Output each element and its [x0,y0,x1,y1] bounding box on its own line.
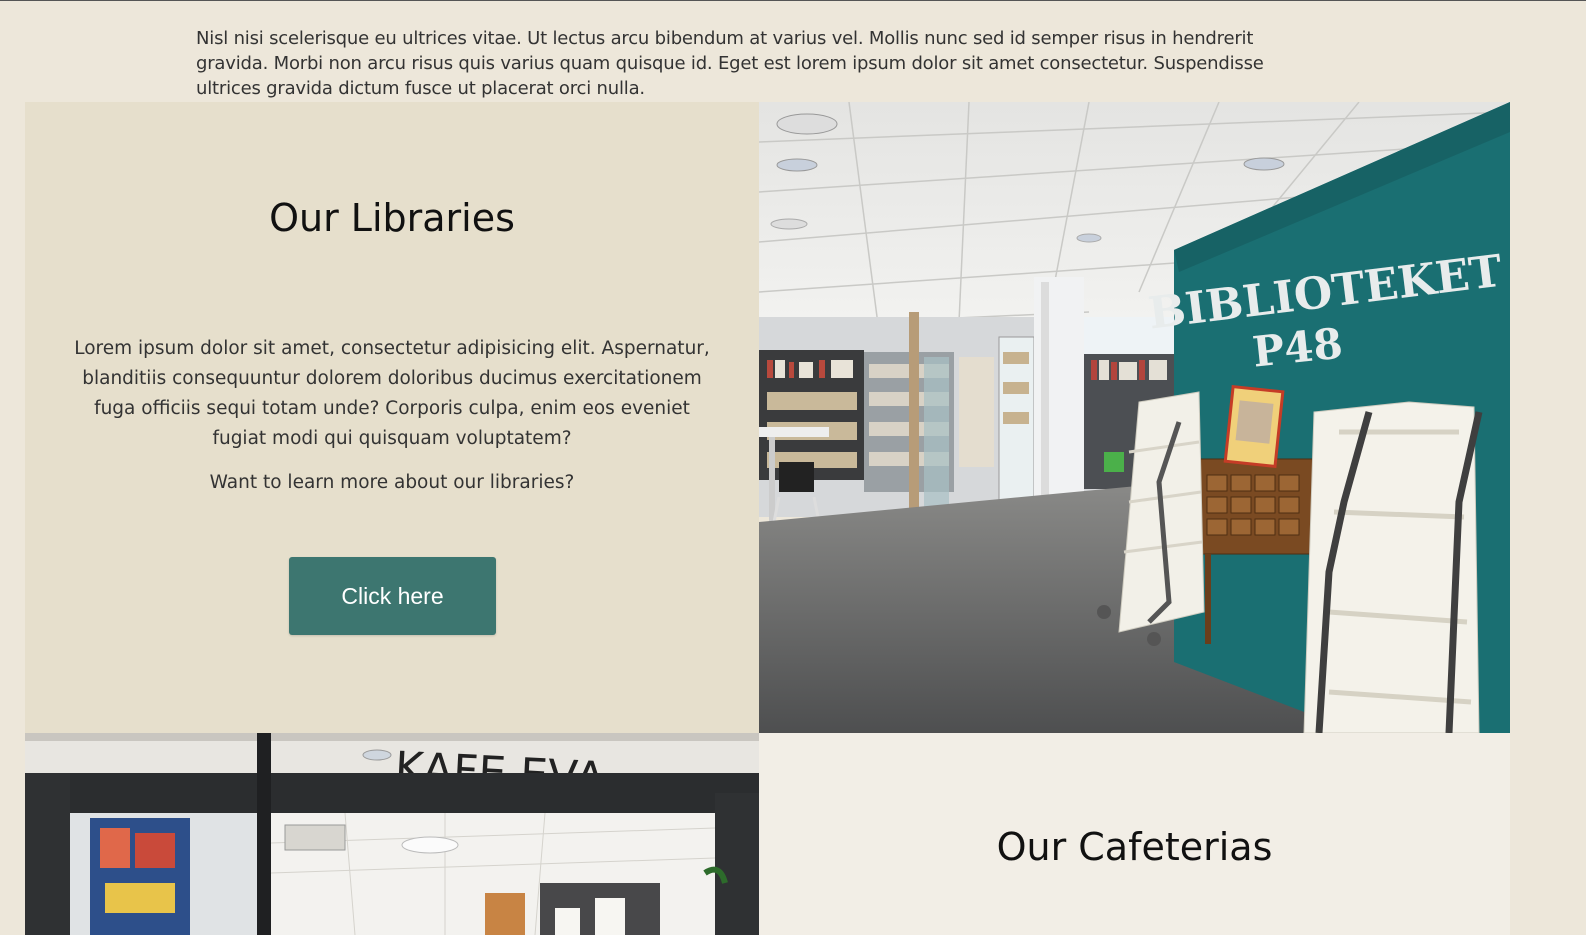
click-here-button[interactable]: Click here [289,557,496,635]
cafeterias-heading: Our Cafeterias [996,825,1273,869]
libraries-description: Lorem ipsum dolor sit amet, consectetur … [74,338,710,449]
libraries-section: Our Libraries Lorem ipsum dolor sit amet… [25,102,759,733]
intro-paragraph: Nisl nisi scelerisque eu ultrices vitae.… [196,28,1264,99]
cafeteria-photo: KAFE EVA [25,733,759,935]
library-photo: BIBLIOTEKET P48 [759,102,1510,733]
libraries-heading: Our Libraries [269,196,515,240]
top-border [0,0,1586,1]
library-sign-number: P48 [1250,319,1345,377]
libraries-question: Want to learn more about our libraries? [209,472,575,493]
cafeterias-section: Our Cafeterias [759,733,1510,935]
